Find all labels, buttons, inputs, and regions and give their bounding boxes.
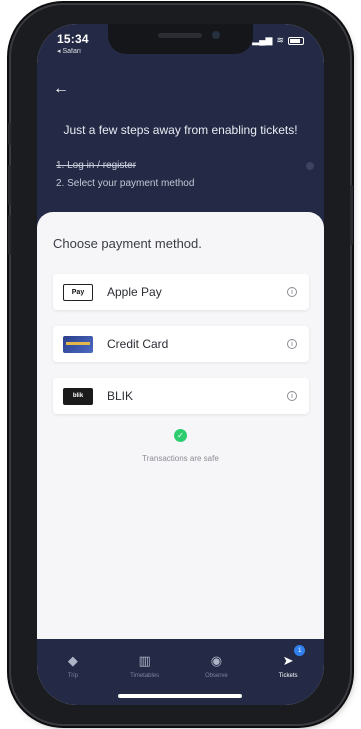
ticket-icon: ➤ bbox=[282, 653, 294, 668]
power-button bbox=[350, 185, 353, 245]
front-camera bbox=[212, 31, 220, 39]
info-icon[interactable]: i bbox=[287, 339, 297, 349]
battery-icon bbox=[288, 36, 304, 45]
onboarding-headline: Just a few steps away from enabling tick… bbox=[63, 123, 298, 137]
secure-check-icon: ✓ bbox=[174, 429, 187, 442]
blik-icon-text: blik bbox=[72, 393, 84, 399]
choose-payment-label: Choose payment method. bbox=[53, 236, 202, 251]
info-icon[interactable]: i bbox=[287, 287, 297, 297]
mute-switch bbox=[8, 123, 11, 145]
payment-method-label: Apple Pay bbox=[107, 285, 162, 299]
speaker bbox=[158, 33, 202, 38]
onboarding-header: 15:34 ◂ Safari ▂▄▆ ≋ ← Just a few steps … bbox=[37, 24, 324, 236]
signal-icon: ▂▄▆ bbox=[252, 35, 273, 45]
step-select-payment: 2. Select your payment method bbox=[56, 178, 195, 189]
tab-label: Trip bbox=[67, 673, 78, 679]
payment-method-label: BLIK bbox=[107, 389, 134, 403]
wifi-icon: ≋ bbox=[276, 35, 284, 45]
step-status-dot bbox=[306, 162, 314, 170]
tab-label: Observe bbox=[205, 673, 228, 679]
payment-method-blik[interactable]: blik BLIK i bbox=[53, 378, 309, 414]
payment-method-apple-pay[interactable]: Pay Apple Pay i bbox=[53, 274, 309, 310]
tab-trip[interactable]: ◆ Trip bbox=[37, 639, 109, 705]
apple-pay-icon-text: Pay bbox=[71, 288, 85, 296]
payment-method-credit-card[interactable]: Credit Card i bbox=[53, 326, 309, 362]
info-icon[interactable]: i bbox=[287, 391, 297, 401]
payment-method-label: Credit Card bbox=[107, 337, 169, 351]
notch bbox=[108, 24, 253, 54]
phone-screen: 15:34 ◂ Safari ▂▄▆ ≋ ← Just a few steps … bbox=[37, 24, 324, 705]
status-icons: ▂▄▆ ≋ bbox=[252, 35, 304, 46]
blik-icon: blik bbox=[63, 387, 93, 405]
volume-up-button bbox=[8, 165, 11, 205]
credit-card-icon bbox=[63, 335, 93, 353]
volume-down-button bbox=[8, 215, 11, 255]
apple-pay-icon: Pay bbox=[63, 283, 93, 301]
back-arrow-icon[interactable]: ← bbox=[53, 81, 69, 97]
tab-tickets[interactable]: ➤ 1 Tickets bbox=[252, 639, 324, 705]
bottom-tab-bar: ◆ Trip ▥ Timetables ◉ Observe ➤ 1 Ticket… bbox=[37, 639, 324, 705]
tab-label: Timetables bbox=[130, 673, 160, 679]
back-to-app-link[interactable]: ◂ Safari bbox=[57, 47, 81, 55]
trip-icon: ◆ bbox=[67, 653, 78, 668]
tab-label: Tickets bbox=[278, 673, 298, 679]
eye-icon: ◉ bbox=[210, 653, 223, 668]
timetable-icon: ▥ bbox=[138, 653, 151, 668]
home-indicator[interactable] bbox=[118, 694, 242, 698]
transactions-safe-text: Transactions are safe bbox=[142, 454, 219, 463]
step-login-register: 1. Log in / register bbox=[56, 160, 137, 171]
status-time: 15:34 bbox=[57, 32, 89, 46]
tickets-badge: 1 bbox=[294, 645, 306, 656]
